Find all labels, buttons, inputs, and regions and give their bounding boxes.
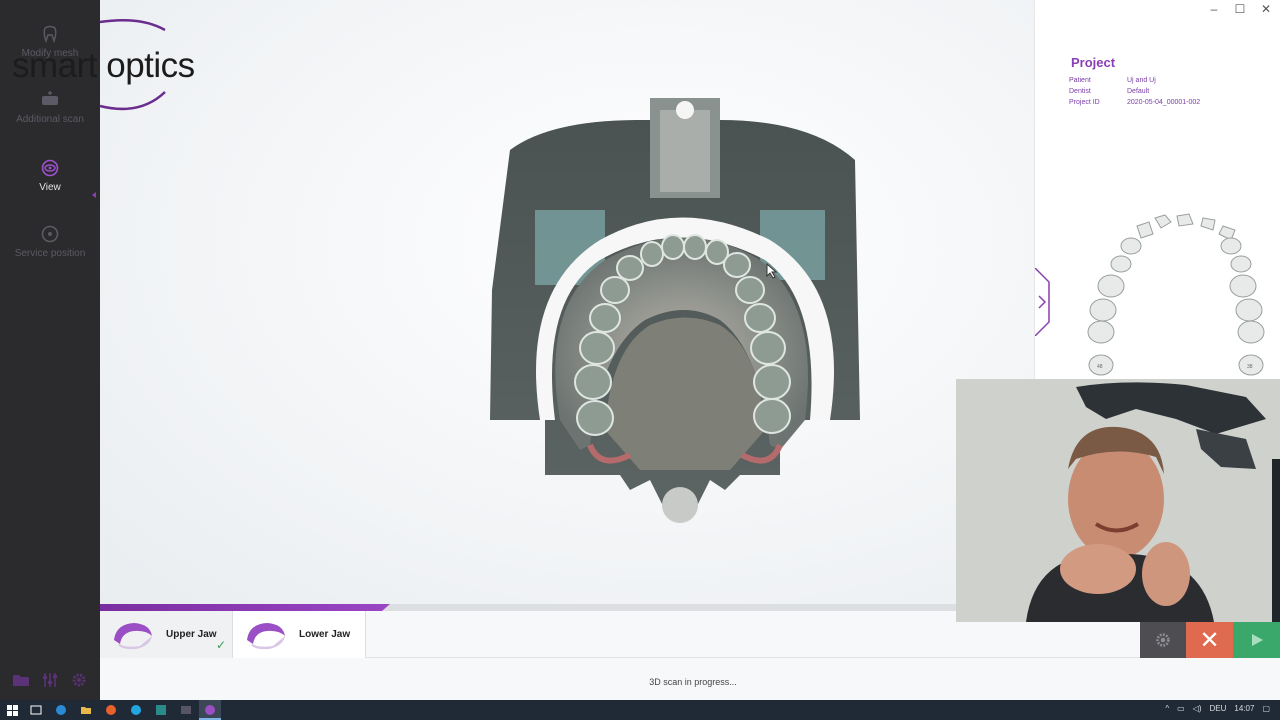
scan-progress-bar xyxy=(100,604,956,611)
sidebar-bottom-tools xyxy=(0,670,100,690)
webcam-overlay xyxy=(956,379,1280,622)
lower-jaw-icon xyxy=(247,622,285,649)
jaw-scan-model[interactable] xyxy=(480,90,880,530)
file-explorer-icon[interactable] xyxy=(79,703,93,717)
sidebar-item-label: Service position xyxy=(14,248,86,259)
tray-chevron-icon[interactable]: ^ xyxy=(1165,704,1169,713)
close-icon: ✕ xyxy=(1199,626,1220,654)
gear-icon xyxy=(1156,633,1170,647)
app-exo-icon[interactable] xyxy=(179,703,193,717)
windows-start-icon[interactable] xyxy=(5,703,19,717)
tab-upper-jaw[interactable]: Upper Jaw ✓ xyxy=(100,611,233,658)
scan-settings-button[interactable] xyxy=(1140,622,1186,658)
webcam-video-frame xyxy=(956,379,1280,622)
smart-optics-app-icon[interactable] xyxy=(203,703,217,717)
scan-viewport[interactable] xyxy=(100,0,1034,606)
next-button[interactable] xyxy=(1233,622,1280,658)
upper-jaw-icon xyxy=(114,622,152,649)
project-title: Project xyxy=(1071,55,1116,70)
close-window-icon[interactable]: ✕ xyxy=(1260,2,1272,16)
scan-status-text: 3D scan in progress... xyxy=(649,677,737,687)
scan-progress-fill xyxy=(100,604,391,611)
project-row-dentist: Dentist Default xyxy=(1069,88,1150,95)
crosshair-icon xyxy=(41,225,59,243)
volume-icon[interactable]: ◁) xyxy=(1193,704,1202,713)
play-icon xyxy=(1251,634,1263,646)
language-indicator[interactable]: DEU xyxy=(1210,704,1227,713)
windows-taskbar: ^ ▭ ◁) DEU 14:07 ▢ xyxy=(0,700,1280,720)
checkmark-icon: ✓ xyxy=(215,638,226,652)
sidebar-item-view[interactable]: View xyxy=(0,158,100,193)
gear-icon[interactable] xyxy=(69,670,89,690)
tooth-chart-diagram[interactable]: 48 38 xyxy=(1085,210,1265,380)
tooth-label-left: 48 xyxy=(1097,364,1103,370)
logo-text: smart optics xyxy=(12,46,195,85)
clock[interactable]: 14:07 xyxy=(1234,704,1254,713)
brand-logo: smart optics xyxy=(10,16,220,116)
active-indicator xyxy=(92,192,96,198)
system-tray: ^ ▭ ◁) DEU 14:07 ▢ xyxy=(1165,704,1270,713)
task-view-icon[interactable] xyxy=(29,703,43,717)
edge-browser-icon[interactable] xyxy=(54,703,68,717)
firefox-icon[interactable] xyxy=(104,703,118,717)
tab-lower-jaw[interactable]: Lower Jaw xyxy=(233,611,366,658)
tooth-label-right: 38 xyxy=(1247,364,1253,370)
window-controls: – ☐ ✕ xyxy=(1208,2,1272,16)
sidebar-item-service-position[interactable]: Service position xyxy=(0,224,100,259)
status-bar: 3D scan in progress... xyxy=(100,658,1280,700)
skype-icon[interactable] xyxy=(129,703,143,717)
sliders-icon[interactable] xyxy=(40,670,60,690)
tooth-chart[interactable]: 48 38 xyxy=(1085,210,1265,380)
sidebar-item-label: View xyxy=(39,182,61,193)
network-icon[interactable]: ▭ xyxy=(1177,704,1185,713)
cancel-button[interactable]: ✕ xyxy=(1186,622,1233,658)
project-row-patient: Patient Uj and Uj xyxy=(1069,77,1156,84)
notification-icon[interactable]: ▢ xyxy=(1262,704,1270,713)
minimize-icon[interactable]: – xyxy=(1208,2,1220,16)
mouse-cursor xyxy=(766,263,778,279)
tab-upper-jaw-label: Upper Jaw xyxy=(166,629,217,640)
project-row-project-id: Project ID 2020-05-04_00001-002 xyxy=(1069,99,1201,106)
expand-panel-button[interactable] xyxy=(1035,268,1051,336)
maximize-icon[interactable]: ☐ xyxy=(1234,2,1246,16)
eye-icon xyxy=(41,159,59,177)
tab-lower-jaw-label: Lower Jaw xyxy=(299,629,351,640)
app-x-icon[interactable] xyxy=(154,703,168,717)
folder-icon[interactable] xyxy=(11,670,31,690)
